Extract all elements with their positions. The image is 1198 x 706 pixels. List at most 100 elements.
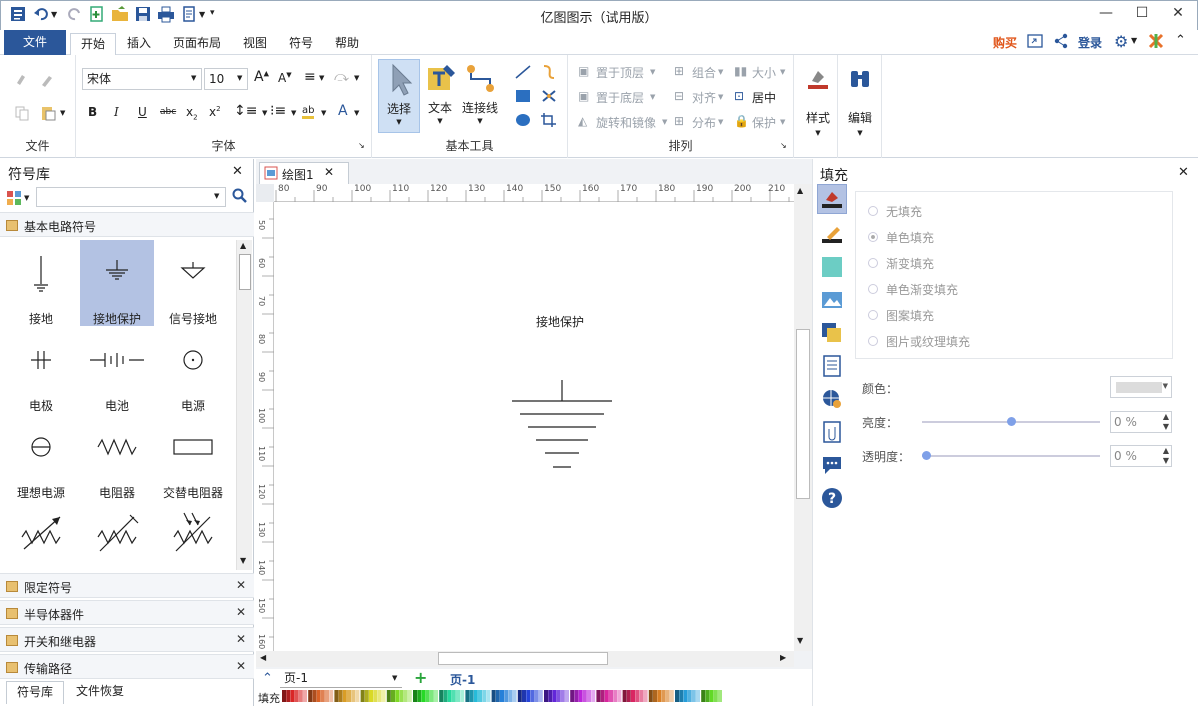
symbol-power-source[interactable]: 电源 xyxy=(156,327,230,413)
palette-swatch[interactable] xyxy=(316,690,321,702)
document-properties-icon[interactable] xyxy=(821,355,843,380)
close-library-icon[interactable]: ✕ xyxy=(232,164,243,179)
paste-dropdown-icon[interactable]: ▼ xyxy=(60,109,65,117)
symbol-ideal-source[interactable]: 理想电源 xyxy=(4,414,78,500)
buy-link[interactable]: 购买 xyxy=(993,34,1017,51)
tab-symbol-library[interactable]: 符号库 xyxy=(6,681,64,704)
palette-swatch[interactable] xyxy=(403,690,408,702)
palette-swatch[interactable] xyxy=(460,690,465,702)
canvas-scroll-left-icon[interactable]: ◀ xyxy=(260,653,266,662)
radio-picture-texture-fill[interactable] xyxy=(868,336,878,346)
subscript-icon[interactable]: x2 xyxy=(186,105,198,121)
highlight-icon[interactable]: ab xyxy=(302,105,315,119)
login-link[interactable]: 登录 xyxy=(1078,34,1102,51)
style-button[interactable]: 样式 ▼ xyxy=(802,63,834,149)
select-tool-button[interactable]: 选择 ▼ xyxy=(378,59,420,133)
palette-swatch[interactable] xyxy=(399,690,404,702)
palette-swatch[interactable] xyxy=(713,690,718,702)
line-style-pen-icon[interactable] xyxy=(821,223,843,248)
font-name-select[interactable]: 宋体 xyxy=(82,68,202,90)
palette-swatch[interactable] xyxy=(526,690,531,702)
category-semiconductor[interactable]: 半导体器件 ✕ xyxy=(0,600,254,625)
palette-swatch[interactable] xyxy=(312,690,317,702)
symbol-alt-resistor[interactable]: 交替电阻器 xyxy=(156,414,230,500)
palette-swatch[interactable] xyxy=(439,690,444,702)
maximize-button[interactable]: ☐ xyxy=(1124,1,1160,27)
symbol-scrollbar-thumb[interactable] xyxy=(239,254,251,290)
palette-swatch[interactable] xyxy=(552,690,557,702)
palette-swatch[interactable] xyxy=(451,690,456,702)
font-color-icon[interactable]: A xyxy=(338,103,348,119)
palette-swatch[interactable] xyxy=(482,690,487,702)
symbol-variable-resistor-3[interactable] xyxy=(156,501,230,561)
canvas-vscroll-thumb[interactable] xyxy=(796,329,810,499)
palette-swatch[interactable] xyxy=(407,690,412,702)
palette-swatch[interactable] xyxy=(377,690,382,702)
protective-ground-shape[interactable] xyxy=(502,374,622,474)
copy-icon[interactable] xyxy=(14,105,30,124)
add-page-icon[interactable]: + xyxy=(414,668,427,687)
palette-swatch[interactable] xyxy=(701,690,706,702)
tab-help[interactable]: 帮助 xyxy=(325,33,369,55)
palette-swatch[interactable] xyxy=(303,690,307,702)
settings-gear-icon[interactable]: ⚙ xyxy=(1114,32,1128,51)
connector-tool-button[interactable]: 连接线 ▼ xyxy=(460,59,500,133)
palette-swatch[interactable] xyxy=(691,690,696,702)
palette-swatch[interactable] xyxy=(373,690,378,702)
page-select-dropdown-icon[interactable]: ▼ xyxy=(392,674,397,682)
hyperlink-globe-icon[interactable] xyxy=(821,388,843,413)
attachment-icon[interactable] xyxy=(821,421,843,446)
radio-pattern-fill[interactable] xyxy=(868,310,878,320)
palette-swatch[interactable] xyxy=(395,690,400,702)
symbol-scrollbar[interactable]: ▲ ▼ xyxy=(236,240,252,570)
palette-swatch[interactable] xyxy=(653,690,657,702)
palette-swatch[interactable] xyxy=(473,690,478,702)
palette-swatch[interactable] xyxy=(530,690,535,702)
brush-icon[interactable] xyxy=(40,71,56,90)
scroll-up-icon[interactable]: ▲ xyxy=(240,241,246,250)
palette-swatch[interactable] xyxy=(504,690,509,702)
symbol-battery[interactable]: 电池 xyxy=(80,327,154,413)
palette-swatch[interactable] xyxy=(469,690,474,702)
tab-insert[interactable]: 插入 xyxy=(117,33,161,55)
page-select[interactable]: 页-1 xyxy=(280,670,402,688)
palette-swatch[interactable] xyxy=(334,690,339,702)
palette-swatch[interactable] xyxy=(294,690,299,702)
palette-swatch[interactable] xyxy=(582,690,587,702)
canvas-scroll-down-icon[interactable]: ▼ xyxy=(797,636,803,645)
category-transmission-path[interactable]: 传输路径 ✕ xyxy=(0,654,254,679)
palette-swatch[interactable] xyxy=(338,690,343,702)
transparency-slider-knob[interactable] xyxy=(922,451,931,460)
comment-icon[interactable] xyxy=(821,454,843,479)
canvas-vertical-scrollbar[interactable]: ▲ ▼ xyxy=(794,184,812,651)
curve-tool-icon[interactable] xyxy=(540,64,558,83)
palette-swatch[interactable] xyxy=(308,690,313,702)
shrink-font-icon[interactable]: A▼ xyxy=(278,71,292,85)
text-direction-icon[interactable]: ⤼ xyxy=(334,69,349,85)
palette-swatch[interactable] xyxy=(600,690,605,702)
palette-swatch[interactable] xyxy=(364,690,369,702)
library-menu-icon[interactable] xyxy=(6,190,22,209)
radio-mono-gradient-fill[interactable] xyxy=(868,284,878,294)
symbol-ground[interactable]: 接地 xyxy=(4,240,78,326)
document-tab[interactable]: 绘图1 ✕ xyxy=(259,162,349,184)
palette-swatch[interactable] xyxy=(522,690,526,702)
palette-swatch[interactable] xyxy=(417,690,422,702)
palette-swatch[interactable] xyxy=(456,690,460,702)
palette-swatch[interactable] xyxy=(665,690,670,702)
radio-solid-fill[interactable] xyxy=(868,232,878,242)
product-logo-icon[interactable] xyxy=(1148,33,1164,52)
palette-swatch[interactable] xyxy=(683,690,688,702)
format-painter-icon[interactable] xyxy=(14,71,30,90)
line-tool-icon[interactable] xyxy=(514,64,532,83)
palette-swatch[interactable] xyxy=(687,690,692,702)
palette-swatch[interactable] xyxy=(657,690,662,702)
close-fill-panel-icon[interactable]: ✕ xyxy=(1178,165,1189,180)
shadow-color-icon[interactable] xyxy=(821,256,843,281)
palette-swatch[interactable] xyxy=(486,690,491,702)
palette-swatch[interactable] xyxy=(626,690,631,702)
layer-icon[interactable] xyxy=(821,322,843,347)
palette-swatch[interactable] xyxy=(386,690,391,702)
close-category-icon[interactable]: ✕ xyxy=(236,605,246,619)
palette-swatch[interactable] xyxy=(508,690,513,702)
